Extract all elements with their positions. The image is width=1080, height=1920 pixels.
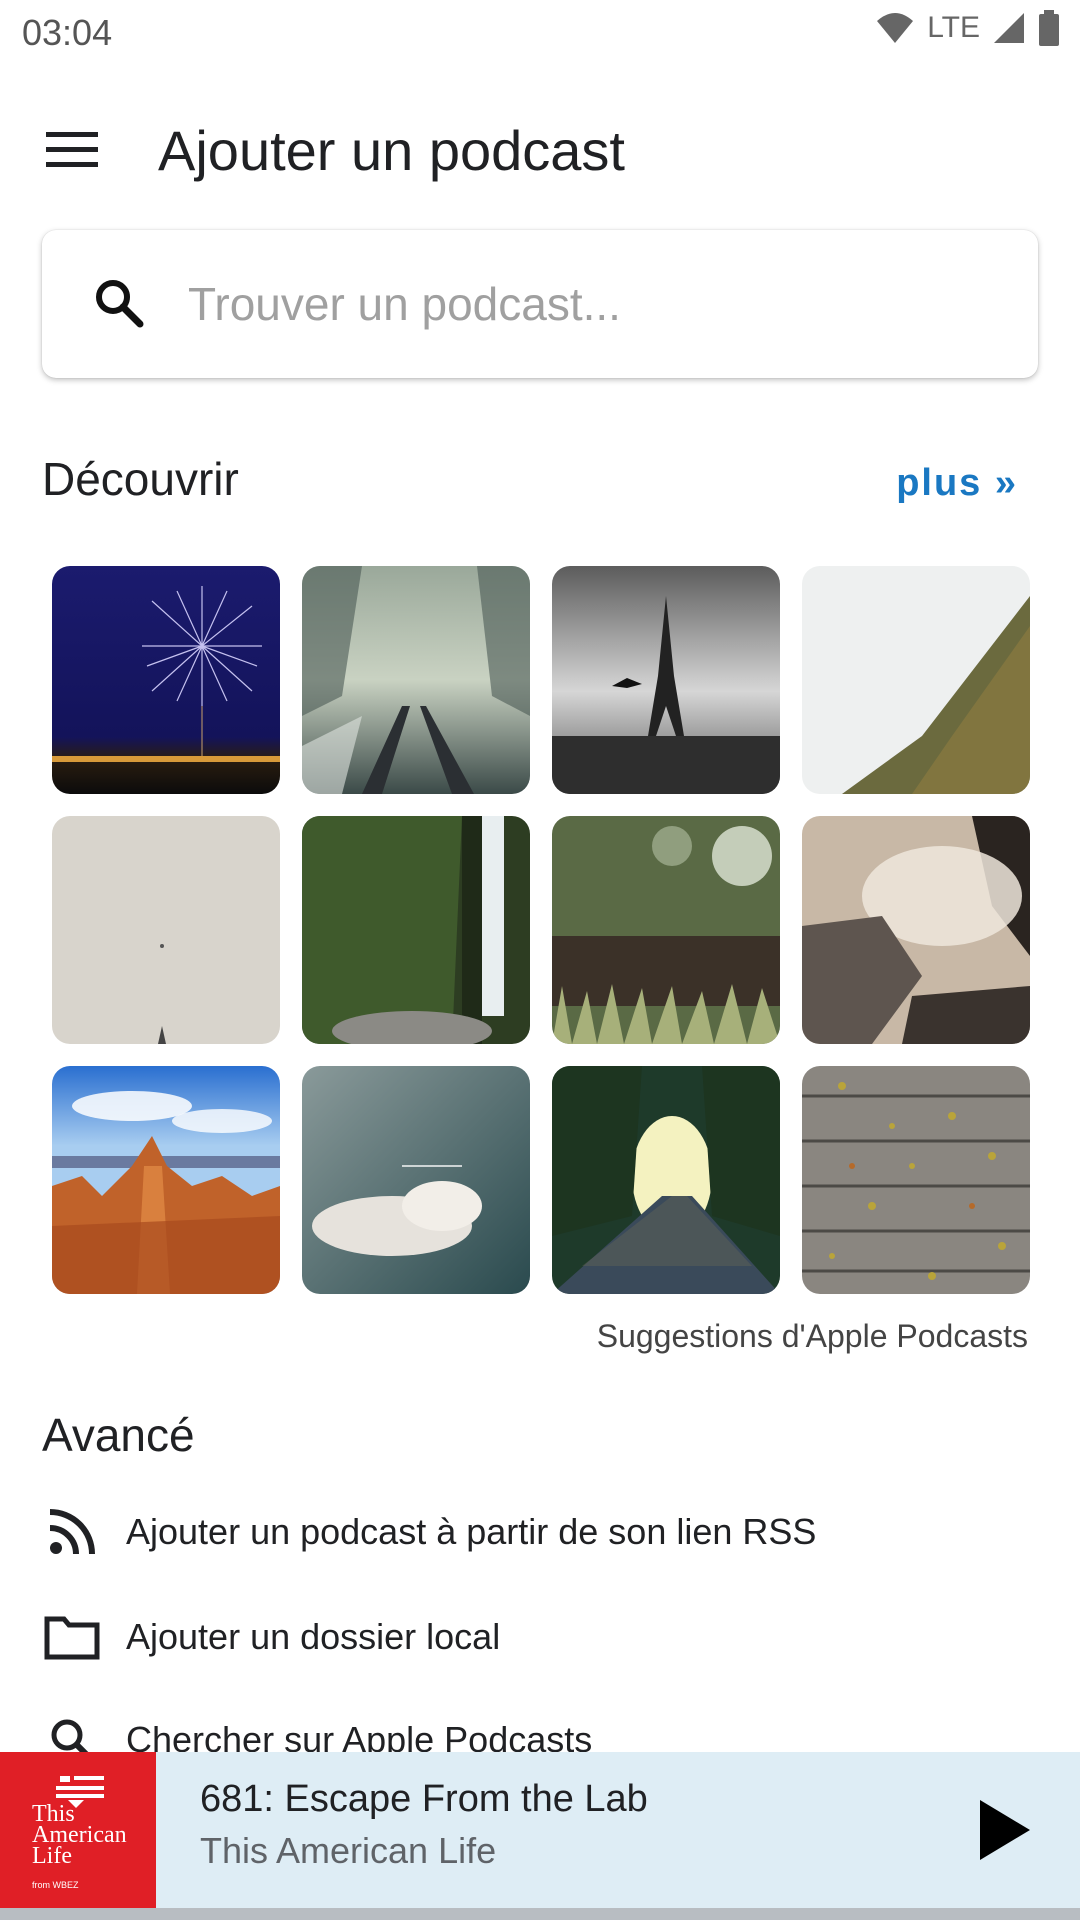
podcast-tile-foggy-railway[interactable] <box>302 566 530 794</box>
status-icons: LTE <box>875 10 1060 46</box>
more-link[interactable]: plus » <box>896 462 1018 505</box>
episode-title: 681: Escape From the Lab <box>200 1778 648 1820</box>
podcast-tile-wooden-planks[interactable] <box>802 1066 1030 1294</box>
discover-caption: Suggestions d'Apple Podcasts <box>596 1318 1028 1354</box>
play-button[interactable] <box>964 1792 1040 1868</box>
search-card[interactable] <box>42 230 1038 378</box>
podcast-tile-steaming-rocks[interactable] <box>802 816 1030 1044</box>
menu-button[interactable] <box>38 120 108 180</box>
search-icon <box>90 274 150 334</box>
podcast-tile-misty-mountain[interactable] <box>802 566 1030 794</box>
rss-icon <box>42 1502 102 1562</box>
wifi-icon <box>875 11 915 45</box>
podcast-tile-canyon-hoodoos[interactable] <box>52 1066 280 1294</box>
podcast-tile-waterfall[interactable] <box>302 816 530 1044</box>
status-time: 03:04 <box>22 12 113 53</box>
signal-icon <box>992 11 1026 45</box>
podcast-tile-clouds-teal[interactable] <box>302 1066 530 1294</box>
play-icon <box>964 1800 1040 1872</box>
discover-title: Découvrir <box>42 453 239 505</box>
artwork-text: This American Life <box>32 1801 127 1869</box>
network-type: LTE <box>927 11 980 44</box>
folder-icon <box>42 1607 102 1667</box>
battery-icon <box>1038 10 1060 46</box>
podcast-tile-sunlit-road[interactable] <box>552 1066 780 1294</box>
add-local-folder-label: Ajouter un dossier local <box>126 1616 501 1657</box>
hamburger-menu-icon <box>38 132 102 178</box>
app-screen: 03:04 LTE Ajouter un podcast Trouver un … <box>0 0 1080 1920</box>
search-input[interactable] <box>188 260 988 348</box>
podcast-tile-fireworks[interactable] <box>52 566 280 794</box>
bottom-strip <box>0 1908 1080 1920</box>
status-bar: 03:04 LTE <box>0 0 1080 64</box>
add-rss-item[interactable]: Ajouter un podcast à partir de son lien … <box>42 1492 1042 1572</box>
podcast-tile-eiffel-tower[interactable] <box>552 566 780 794</box>
podcast-tile-cloudy-sky[interactable] <box>52 816 280 1044</box>
add-rss-label: Ajouter un podcast à partir de son lien … <box>126 1511 817 1552</box>
mini-player[interactable]: This American Life from WBEZ 681: Escape… <box>0 1752 1080 1908</box>
podcast-tile-grass-bokeh[interactable] <box>552 816 780 1044</box>
advanced-title: Avancé <box>42 1409 195 1461</box>
artwork-tiny-text: from WBEZ <box>32 1880 79 1890</box>
page-title: Ajouter un podcast <box>158 119 625 182</box>
podcast-artwork: This American Life from WBEZ <box>0 1752 156 1908</box>
add-local-folder-item[interactable]: Ajouter un dossier local <box>42 1597 1042 1677</box>
podcast-name: This American Life <box>200 1830 497 1871</box>
toolbar: Ajouter un podcast <box>0 90 1080 210</box>
